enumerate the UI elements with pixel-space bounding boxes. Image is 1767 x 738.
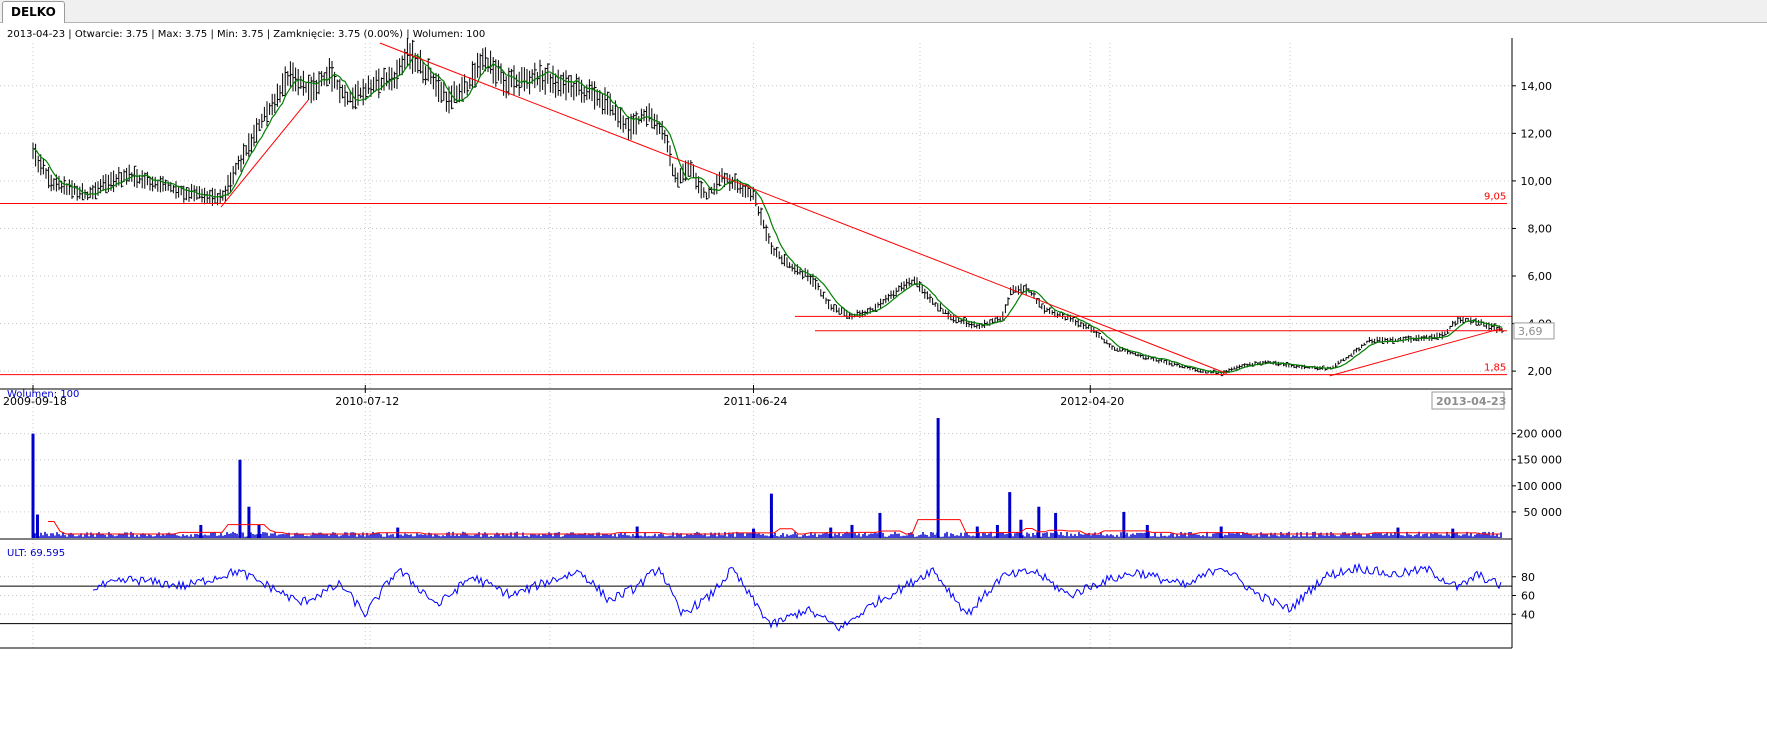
- volume-spike: [1122, 511, 1126, 538]
- volume-tick-label: 150 000: [1517, 454, 1563, 467]
- level-label: 9,05: [1484, 191, 1506, 202]
- info-line: 2013-04-23 | Otwarcie: 3.75 | Max: 3.75 …: [7, 29, 485, 40]
- volume-spike: [995, 524, 999, 538]
- date-tick-label: 2010-07-12: [335, 395, 399, 408]
- level-label: 1,85: [1484, 363, 1506, 374]
- volume-spike: [247, 506, 251, 538]
- ult-tick-label: 80: [1521, 571, 1535, 584]
- price-tick-label: 2,00: [1528, 365, 1553, 378]
- date-tick-label: 2011-06-24: [724, 395, 788, 408]
- ult-tick-label: 40: [1521, 608, 1535, 621]
- volume-spike: [878, 512, 882, 538]
- price-tick-label: 12,00: [1521, 127, 1553, 140]
- volume-spike: [769, 493, 773, 538]
- tab-delko[interactable]: DELKO: [2, 1, 65, 23]
- price-tick-label: 14,00: [1521, 80, 1553, 93]
- volume-spike: [1037, 506, 1041, 538]
- price-tick-label: 8,00: [1528, 222, 1553, 235]
- volume-spike: [31, 433, 35, 538]
- volume-spike: [199, 524, 203, 538]
- ult-title: ULT: 69.595: [7, 548, 65, 559]
- volume-spike: [1019, 519, 1023, 538]
- tab-bar: DELKO: [0, 0, 1767, 23]
- current-date-label: 2013-04-23: [1436, 395, 1506, 408]
- volume-spike: [850, 524, 854, 538]
- volume-tick-label: 50 000: [1524, 506, 1563, 519]
- stock-chart[interactable]: 9,051,85 2,004,006,008,0010,0012,0014,00…: [0, 23, 1767, 738]
- volume-spike: [1054, 512, 1058, 538]
- volume-spike: [238, 459, 242, 538]
- volume-tick-label: 200 000: [1517, 428, 1563, 441]
- volume-spike: [257, 524, 261, 538]
- volume-spike: [35, 514, 39, 538]
- ult-tick-label: 60: [1521, 590, 1535, 603]
- price-tick-label: 6,00: [1528, 270, 1553, 283]
- volume-spike: [1008, 492, 1012, 538]
- date-tick-label: 2012-04-20: [1060, 395, 1124, 408]
- price-tick-label: 10,00: [1521, 175, 1553, 188]
- volume-tick-label: 100 000: [1517, 480, 1563, 493]
- volume-title: Wolumen: 100: [7, 389, 79, 400]
- current-price-label: 3,69: [1518, 325, 1543, 338]
